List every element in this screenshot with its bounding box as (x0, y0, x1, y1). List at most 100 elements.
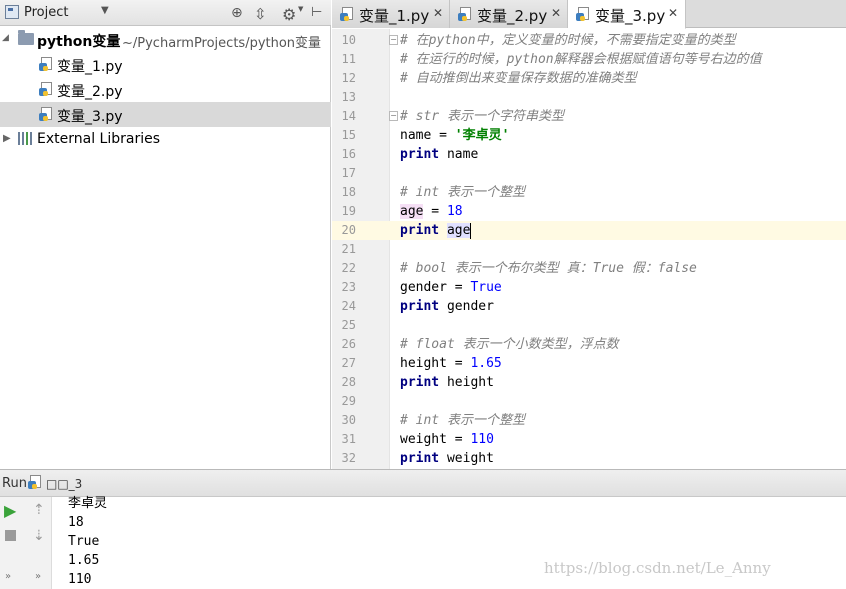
code-line[interactable]: 20 print age (332, 221, 846, 240)
code-line[interactable]: 18 # int 表示一个整型 (332, 183, 846, 202)
console-line: 18 (68, 515, 84, 530)
tree-item-external-libraries[interactable]: ▶ External Libraries (0, 127, 331, 152)
line-number: 17 (341, 166, 356, 180)
code-operator: = (446, 356, 471, 371)
file-label: 变量_3.py (57, 109, 123, 125)
run-panel-header: Run □□_3 (0, 470, 846, 497)
code-comment: # 在运行的时候，python解释器会根据赋值语句等号右边的值 (400, 52, 762, 67)
tree-item-file-2[interactable]: 变量_2.py (0, 77, 331, 102)
code-line[interactable]: 13 (332, 88, 846, 107)
line-number: 16 (341, 147, 356, 161)
code-argument: gender (439, 299, 494, 314)
project-view-title[interactable]: Project (24, 5, 68, 20)
rerun-icon[interactable]: ▶ (4, 501, 16, 520)
fold-toggle-icon[interactable]: − (389, 35, 398, 45)
code-line[interactable]: 21 (332, 240, 846, 259)
editor-tab-bar: 变量_1.py ✕ 变量_2.py ✕ 变量_3.py ✕ (332, 0, 846, 29)
code-text: age = 18 (400, 202, 463, 221)
code-text: print age (400, 221, 472, 240)
tree-item-root-folder[interactable]: ◢ python变量 ~/PycharmProjects/python变量 (0, 27, 331, 52)
code-line[interactable]: 24 print gender (332, 297, 846, 316)
code-argument: weight (439, 451, 494, 466)
file-label: 变量_2.py (57, 84, 123, 100)
code-operator: = (446, 280, 471, 295)
code-variable: gender (400, 280, 447, 295)
project-panel: Project ▼ ⊕ ⇳ ⚙ ▼ ⊢ ◢ python变量 ~/Pycharm… (0, 0, 331, 469)
code-line[interactable]: 16 print name (332, 145, 846, 164)
code-number: 110 (470, 432, 494, 447)
stop-icon[interactable] (5, 530, 16, 541)
code-line[interactable]: 25 (332, 316, 846, 335)
tab-file-3[interactable]: 变量_3.py ✕ (568, 0, 686, 29)
code-argument: age (446, 223, 471, 238)
close-icon[interactable]: ✕ (433, 6, 443, 20)
code-text: weight = 110 (400, 430, 494, 449)
code-line[interactable]: 10 − # 在python中，定义变量的时候，不需要指定变量的类型 (332, 31, 846, 50)
line-number: 21 (341, 242, 356, 256)
code-line[interactable]: 11 # 在运行的时候，python解释器会根据赋值语句等号右边的值 (332, 50, 846, 69)
code-line[interactable]: 26 # float 表示一个小数类型，浮点数 (332, 335, 846, 354)
up-arrow-icon[interactable]: ⇡ (33, 502, 45, 518)
dropdown-icon[interactable]: ▼ (101, 5, 109, 16)
line-number: 32 (341, 451, 356, 465)
code-comment: # 在python中，定义变量的时候，不需要指定变量的类型 (400, 33, 736, 48)
code-text: print name (400, 145, 478, 164)
code-line[interactable]: 32 print weight (332, 449, 846, 468)
line-number: 15 (341, 128, 356, 142)
code-comment: # float 表示一个小数类型，浮点数 (400, 337, 619, 352)
close-icon[interactable]: ✕ (668, 6, 678, 20)
tree-item-file-1[interactable]: 变量_1.py (0, 52, 331, 77)
expand-arrow-icon[interactable]: ▶ (3, 133, 11, 144)
code-line[interactable]: 28 print height (332, 373, 846, 392)
line-number: 28 (341, 375, 356, 389)
code-operator: = (423, 204, 447, 219)
console-line: 1.65 (68, 553, 100, 568)
more-left-icon[interactable]: » (5, 571, 11, 582)
root-folder-path: ~/PycharmProjects/python变量 (122, 36, 322, 51)
code-line[interactable]: 19 age = 18 (332, 202, 846, 221)
code-keyword: print (400, 223, 440, 238)
line-number: 31 (341, 432, 356, 446)
more-right-icon[interactable]: » (35, 571, 41, 582)
console-line: 李卓灵 (68, 496, 108, 511)
code-line[interactable]: 23 gender = True (332, 278, 846, 297)
code-string: '李卓灵' (454, 128, 510, 143)
run-toolbar: ▶ ⇡ ⇣ » » (0, 497, 52, 589)
code-line[interactable]: 17 (332, 164, 846, 183)
code-line[interactable]: 31 weight = 110 (332, 430, 846, 449)
code-line[interactable]: 14 − # str 表示一个字符串类型 (332, 107, 846, 126)
code-line[interactable]: 27 height = 1.65 (332, 354, 846, 373)
gear-dropdown-icon[interactable]: ▼ (298, 5, 303, 13)
fold-toggle-icon[interactable]: − (389, 111, 398, 121)
code-line[interactable]: 22 # bool 表示一个布尔类型 真：True 假：false (332, 259, 846, 278)
tab-label: 变量_1.py (359, 7, 430, 25)
line-number: 14 (341, 109, 356, 123)
code-comment: # str 表示一个字符串类型 (400, 109, 564, 124)
code-line[interactable]: 15 name = '李卓灵' (332, 126, 846, 145)
code-argument: name (439, 147, 479, 162)
code-comment: # int 表示一个整型 (400, 413, 525, 428)
code-line[interactable]: 30 # int 表示一个整型 (332, 411, 846, 430)
text-caret (470, 222, 472, 239)
tree-item-file-3[interactable]: 变量_3.py (0, 102, 331, 127)
external-libraries-label: External Libraries (37, 131, 160, 147)
target-icon[interactable]: ⊕ (231, 5, 243, 21)
code-editor[interactable]: 10− # 在python中，定义变量的时候，不需要指定变量的类型 11 # 在运行的… (332, 29, 846, 469)
run-config-name[interactable]: □□_3 (46, 477, 82, 491)
code-variable: weight (400, 432, 447, 447)
tab-file-2[interactable]: 变量_2.py ✕ (450, 0, 568, 28)
file-label: 变量_1.py (57, 59, 123, 75)
close-icon[interactable]: ✕ (551, 6, 561, 20)
down-arrow-icon[interactable]: ⇣ (33, 528, 45, 544)
collapse-icon[interactable]: ⇳ (254, 5, 267, 23)
tab-file-1[interactable]: 变量_1.py ✕ (332, 0, 450, 28)
gear-icon[interactable]: ⚙ (282, 5, 296, 24)
code-line[interactable]: 12 # 自动推倒出来变量保存数据的准确类型 (332, 69, 846, 88)
expand-arrow-icon[interactable]: ◢ (2, 33, 9, 43)
line-number: 22 (341, 261, 356, 275)
hide-icon[interactable]: ⊢ (311, 5, 322, 20)
code-argument: height (439, 375, 494, 390)
code-variable: height (400, 356, 447, 371)
code-line[interactable]: 29 (332, 392, 846, 411)
